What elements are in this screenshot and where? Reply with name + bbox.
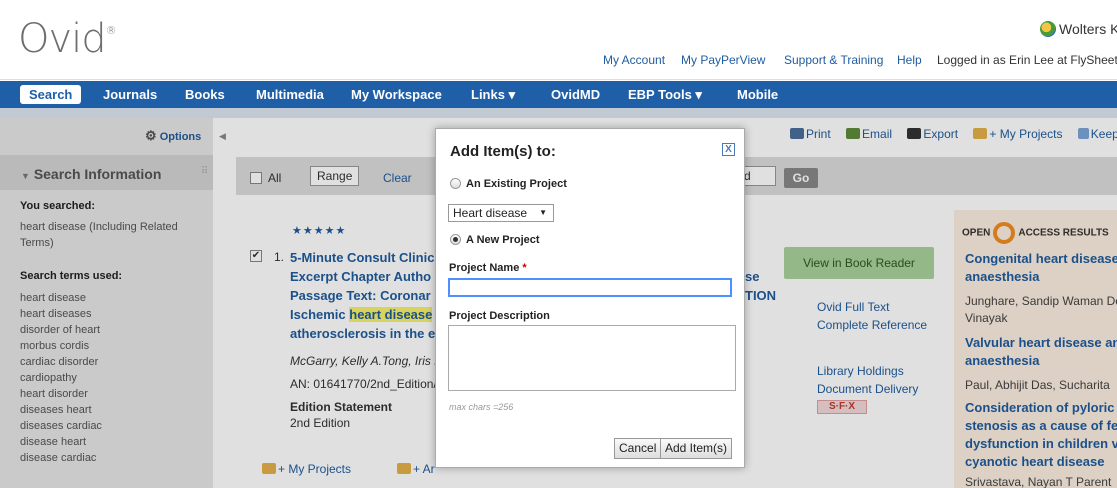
nav-books[interactable]: Books <box>185 81 225 108</box>
logged-in-text: Logged in as Erin Lee at FlySheet <box>937 53 1117 67</box>
new-project-label[interactable]: A New Project <box>466 234 540 246</box>
cancel-button[interactable]: Cancel <box>614 438 662 459</box>
nav-links[interactable]: Links ▾ <box>471 81 515 108</box>
my-account-link[interactable]: My Account <box>603 53 665 67</box>
dialog-title: Add Item(s) to: <box>450 143 556 160</box>
new-project-radio[interactable] <box>450 234 461 245</box>
existing-project-radio[interactable] <box>450 178 461 189</box>
wolters-kluwer-icon <box>1040 21 1056 37</box>
nav-journals[interactable]: Journals <box>103 81 157 108</box>
project-description-textarea[interactable] <box>448 325 736 391</box>
caret-down-icon: ▼ <box>539 208 547 217</box>
existing-project-select[interactable]: Heart disease ▼ <box>448 204 554 222</box>
nav-ovidmd[interactable]: OvidMD <box>551 81 600 108</box>
nav-my-workspace[interactable]: My Workspace <box>351 81 442 108</box>
project-description-label: Project Description <box>449 310 550 322</box>
nav-mobile[interactable]: Mobile <box>737 81 778 108</box>
existing-project-label[interactable]: An Existing Project <box>466 178 567 190</box>
page-header <box>0 0 1117 80</box>
ovid-logo[interactable]: Ovid® <box>18 16 117 62</box>
project-name-input[interactable] <box>448 278 732 297</box>
nav-ebp-tools[interactable]: EBP Tools ▾ <box>628 81 702 108</box>
nav-multimedia[interactable]: Multimedia <box>256 81 324 108</box>
support-training-link[interactable]: Support & Training <box>784 53 883 67</box>
close-icon[interactable]: X <box>722 143 735 156</box>
help-link[interactable]: Help <box>897 53 922 67</box>
main-nav: Search Journals Books Multimedia My Work… <box>0 81 1117 108</box>
wolters-kluwer-brand: Wolters K <box>1040 21 1117 37</box>
nav-search[interactable]: Search <box>20 85 82 104</box>
my-payperview-link[interactable]: My PayPerView <box>681 53 765 67</box>
project-name-label: Project Name * <box>449 262 527 274</box>
max-chars-hint: max chars =256 <box>449 402 514 412</box>
add-items-button[interactable]: Add Item(s) <box>660 438 733 459</box>
required-marker: * <box>522 262 527 274</box>
